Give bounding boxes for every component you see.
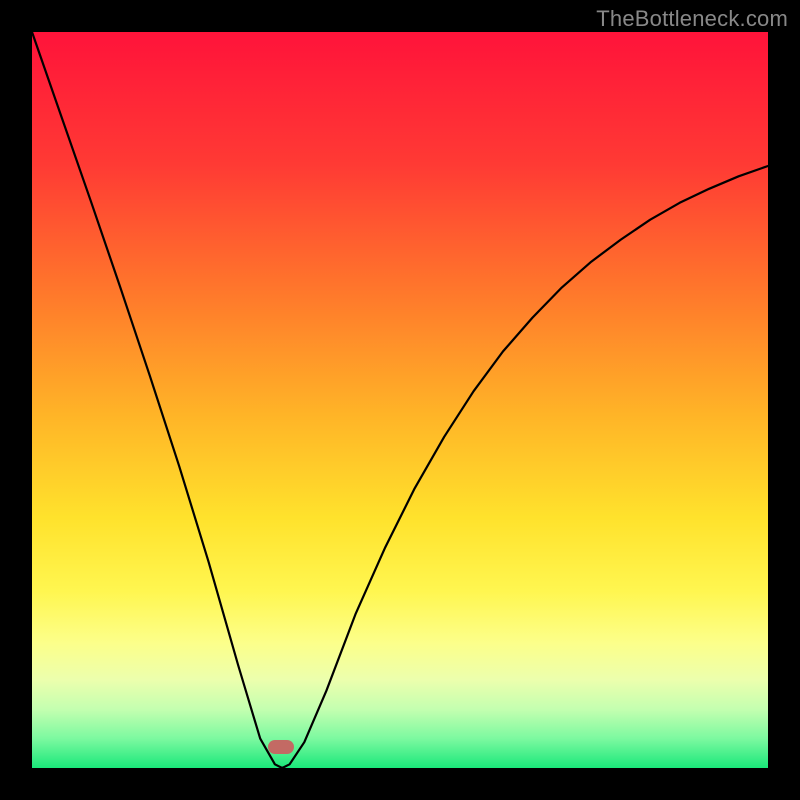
optimum-marker xyxy=(268,740,294,754)
chart-frame: TheBottleneck.com xyxy=(0,0,800,800)
watermark-text: TheBottleneck.com xyxy=(596,6,788,32)
bottleneck-curve xyxy=(32,32,768,768)
plot-area xyxy=(32,32,768,768)
